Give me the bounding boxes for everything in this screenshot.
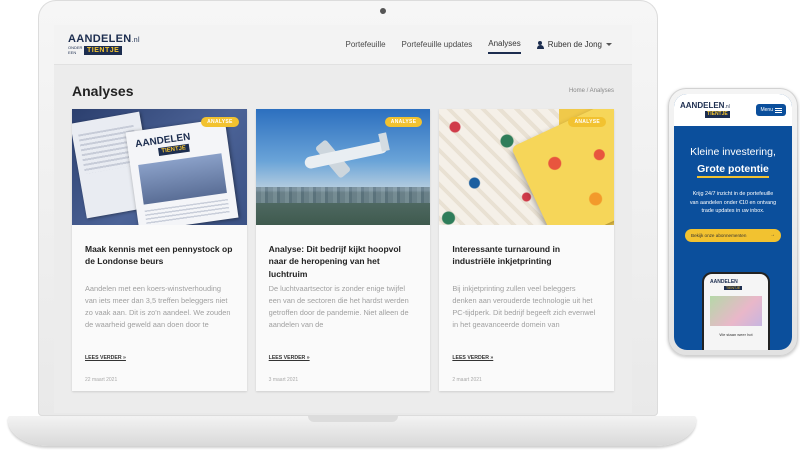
article-cards: AANDELEN TIENTJE ANALYSE Maak kennis met… — [54, 103, 632, 391]
user-name: Ruben de Jong — [547, 40, 602, 49]
page-title-row: Analyses Home / Analyses — [54, 65, 632, 103]
category-tag: ANALYSE — [201, 117, 239, 127]
card-title[interactable]: Maak kennis met een pennystock op de Lon… — [85, 243, 234, 273]
logo-small-text: ONDER EEN — [68, 45, 83, 55]
article-card[interactable]: ANALYSE Interessante turnaround in indus… — [439, 109, 615, 391]
phone-logo-badge: TIENTJE — [705, 111, 730, 118]
stage: AANDELEN.nl ONDER EEN TIENTJE Portefeuil… — [0, 0, 800, 468]
mini-badge: TIENTJE — [724, 286, 743, 290]
mini-phone-image: AANDELEN TIENTJE We staan weer hot — [704, 274, 768, 350]
chevron-down-icon — [606, 43, 612, 46]
article-card[interactable]: ANALYSE Analyse: Dit bedrijf kijkt hoopv… — [255, 109, 431, 391]
page-title: Analyses — [72, 83, 134, 99]
read-more-link[interactable]: LEES VERDER » — [269, 355, 418, 361]
logo-tld: .nl — [131, 37, 140, 44]
laptop-camera — [380, 8, 386, 14]
nav-portefeuille-updates[interactable]: Portefeuille updates — [402, 36, 473, 53]
category-tag: ANALYSE — [568, 117, 607, 127]
user-menu[interactable]: Ruben de Jong — [536, 40, 612, 49]
mini-logo: AANDELEN — [710, 279, 738, 285]
airplane-image: ANALYSE — [255, 109, 431, 225]
main-nav: Portefeuille Portefeuille updates Analys… — [346, 35, 618, 54]
user-icon — [536, 40, 544, 49]
card-date: 2 maart 2021 — [452, 377, 482, 383]
arrow-right-icon: → — [770, 232, 775, 239]
phone-logo-tld: .nl — [724, 104, 730, 110]
card-date: 22 maart 2021 — [85, 377, 118, 383]
article-card[interactable]: AANDELEN TIENTJE ANALYSE Maak kennis met… — [72, 109, 247, 391]
hero-line-1: Kleine investering, — [690, 146, 776, 158]
cta-button[interactable]: Bekijk onze abonnementen → — [685, 229, 781, 243]
read-more-link[interactable]: LEES VERDER » — [452, 355, 601, 361]
magazine-image: AANDELEN TIENTJE ANALYSE — [72, 109, 247, 225]
card-title[interactable]: Interessante turnaround in industriële i… — [452, 243, 601, 273]
phone-hero: Kleine investering, Grote potentie Krijg… — [674, 126, 792, 243]
phone-screen: AANDELEN.nl TIENTJE Menu Kleine invester… — [674, 94, 792, 350]
printed-fabric-image: ANALYSE — [439, 109, 615, 225]
nav-analyses[interactable]: Analyses — [488, 35, 521, 54]
mini-chart-image — [710, 296, 762, 326]
read-more-link[interactable]: LEES VERDER » — [85, 355, 234, 361]
menu-label: Menu — [760, 107, 773, 113]
hamburger-icon — [775, 107, 782, 113]
phone-mockup: AANDELEN.nl TIENTJE Menu Kleine invester… — [668, 88, 798, 356]
card-date: 3 maart 2021 — [268, 377, 299, 383]
logo-badge: TIENTJE — [84, 46, 123, 55]
card-excerpt: Aandelen met een koers-winstverhouding v… — [85, 284, 231, 329]
site-header: AANDELEN.nl ONDER EEN TIENTJE Portefeuil… — [54, 25, 632, 65]
laptop-notch — [308, 416, 398, 422]
phone-logo[interactable]: AANDELEN.nl TIENTJE — [680, 102, 730, 118]
laptop-screen: AANDELEN.nl ONDER EEN TIENTJE Portefeuil… — [54, 25, 632, 413]
card-title[interactable]: Analyse: Dit bedrijf kijkt hoopvol naar … — [269, 243, 418, 279]
card-excerpt: De luchtvaartsector is zonder enige twij… — [268, 284, 409, 329]
site-logo[interactable]: AANDELEN.nl ONDER EEN TIENTJE — [68, 34, 140, 55]
mini-caption: We staan weer hot — [719, 332, 753, 337]
phone-header: AANDELEN.nl TIENTJE Menu — [674, 94, 792, 126]
menu-button[interactable]: Menu — [756, 104, 786, 116]
phone-logo-text: AANDELEN — [680, 101, 725, 110]
logo-main-text: AANDELEN — [68, 33, 132, 45]
breadcrumb[interactable]: Home / Analyses — [569, 88, 614, 94]
nav-portefeuille[interactable]: Portefeuille — [346, 36, 386, 53]
laptop-base — [8, 416, 696, 446]
hero-text: Krijg 24/7 inzicht in de portefeuille va… — [689, 191, 777, 214]
hero-line-2: Grote potentie — [697, 163, 769, 179]
cta-label: Bekijk onze abonnementen — [691, 233, 747, 239]
card-excerpt: Bij inkjetprinting zullen veel beleggers… — [452, 284, 596, 329]
category-tag: ANALYSE — [384, 117, 423, 127]
